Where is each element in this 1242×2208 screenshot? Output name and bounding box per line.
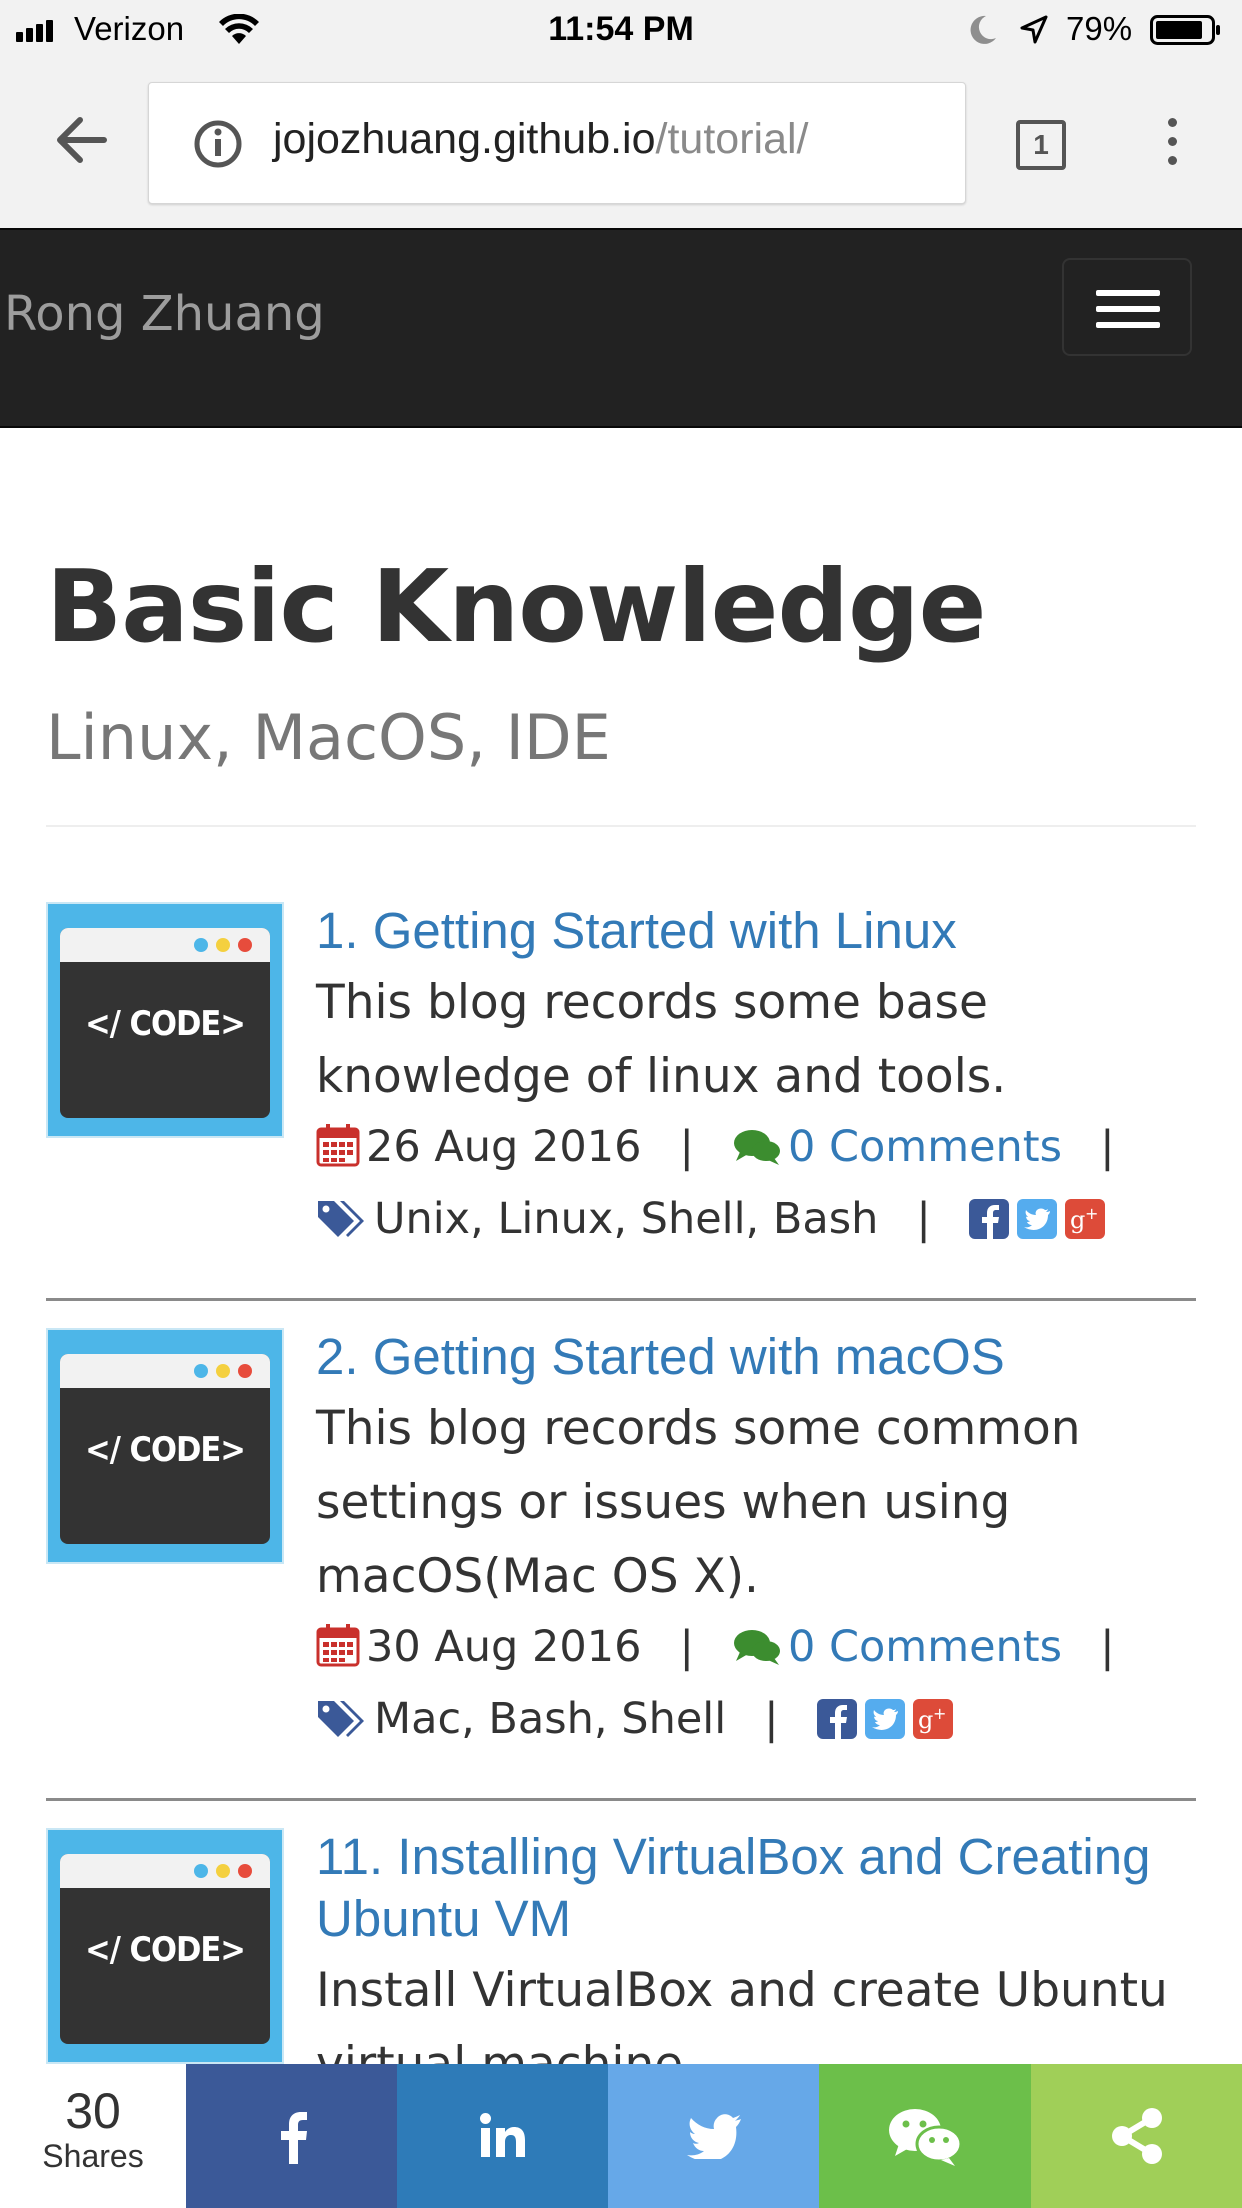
- url-host: jojozhuang.github.io: [273, 115, 656, 163]
- code-label: </ CODE>: [85, 1430, 246, 1470]
- facebook-icon: [280, 2112, 307, 2164]
- svg-text:g: g: [1070, 1206, 1085, 1234]
- share-count-label: Shares: [42, 2138, 144, 2174]
- tags-icon: [316, 1692, 368, 1758]
- post-meta: 26 Aug 2016 | 0 Comments | Unix, Linux, Sh…: [316, 1114, 1196, 1258]
- share-count: 30 Shares: [0, 2064, 186, 2208]
- status-bar: Verizon 11:54 PM 79%: [0, 0, 1242, 62]
- share-icon: [1111, 2108, 1162, 2164]
- share-wechat-button[interactable]: [819, 2064, 1031, 2208]
- url-text[interactable]: jojozhuang.github.io/tutorial/: [273, 115, 809, 164]
- post-tags: Unix, Linux, Shell, Bash: [374, 1194, 879, 1244]
- wechat-icon: [889, 2109, 963, 2166]
- page-header: Basic Knowledge Linux, MacOS, IDE: [46, 548, 1196, 827]
- facebook-icon[interactable]: [816, 1699, 857, 1739]
- location-arrow-icon: [1018, 14, 1050, 51]
- comments-icon: [732, 1120, 782, 1186]
- post-date: 30 Aug 2016: [366, 1622, 642, 1672]
- share-facebook-button[interactable]: [186, 2064, 397, 2208]
- overflow-menu-icon[interactable]: [1168, 118, 1177, 175]
- moon-icon: [968, 14, 998, 51]
- post-title-link[interactable]: 2. Getting Started with macOS: [316, 1326, 1196, 1388]
- info-icon[interactable]: [193, 119, 243, 173]
- linkedin-icon: [479, 2113, 525, 2157]
- battery-percent: 79%: [1066, 10, 1133, 47]
- comments-icon: [732, 1620, 782, 1686]
- meta-separator: |: [1100, 1622, 1115, 1672]
- google-plus-icon[interactable]: g +: [1064, 1199, 1105, 1239]
- post-thumbnail[interactable]: </ CODE>: [46, 1828, 284, 2064]
- page-title: Basic Knowledge Linux, MacOS, IDE: [46, 548, 1196, 797]
- hamburger-menu-icon[interactable]: [1062, 258, 1192, 356]
- meta-separator: |: [764, 1694, 779, 1744]
- post-title-link[interactable]: 11. Installing VirtualBox and Creating U…: [316, 1826, 1196, 1950]
- share-linkedin-button[interactable]: [397, 2064, 608, 2208]
- code-label: </ CODE>: [85, 1930, 246, 1970]
- post-meta: 30 Aug 2016 | 0 Comments | Mac, Bash, Shel…: [316, 1614, 1196, 1758]
- page-title-text: Basic Knowledge: [46, 548, 986, 665]
- browser-toolbar: jojozhuang.github.io/tutorial/ 1: [0, 62, 1242, 229]
- comments-link[interactable]: 0 Comments: [788, 1622, 1062, 1672]
- meta-separator: |: [679, 1622, 694, 1672]
- page-subtitle: Linux, MacOS, IDE: [46, 701, 611, 774]
- twitter-icon[interactable]: [1016, 1199, 1057, 1239]
- svg-text:g: g: [918, 1706, 933, 1734]
- address-bar[interactable]: jojozhuang.github.io/tutorial/: [148, 82, 966, 204]
- meta-separator: |: [916, 1194, 931, 1244]
- google-plus-icon[interactable]: g +: [912, 1699, 953, 1739]
- post-divider: [46, 1798, 1196, 1801]
- share-more-button[interactable]: [1031, 2064, 1242, 2208]
- code-label: </ CODE>: [85, 1004, 246, 1044]
- comments-link[interactable]: 0 Comments: [788, 1122, 1062, 1172]
- twitter-icon: [686, 2114, 741, 2159]
- site-navbar: Rong Zhuang: [0, 228, 1242, 428]
- url-path: /tutorial/: [655, 115, 809, 163]
- calendar-icon: [316, 1620, 360, 1686]
- post-divider: [46, 1298, 1196, 1301]
- tags-icon: [316, 1192, 368, 1258]
- meta-separator: |: [1100, 1122, 1115, 1172]
- meta-separator: |: [679, 1122, 694, 1172]
- tabs-icon[interactable]: 1: [1016, 120, 1066, 170]
- twitter-icon[interactable]: [864, 1699, 905, 1739]
- post-thumbnail[interactable]: </ CODE>: [46, 902, 284, 1138]
- post-excerpt: This blog records some base knowledge of…: [316, 975, 1007, 1104]
- post-date: 26 Aug 2016: [366, 1122, 642, 1172]
- facebook-icon[interactable]: [968, 1199, 1009, 1239]
- share-bar: 30 Shares: [0, 2064, 1242, 2208]
- clock: 11:54 PM: [548, 10, 694, 48]
- post-title-link[interactable]: 1. Getting Started with Linux: [316, 900, 1196, 962]
- post-thumbnail[interactable]: </ CODE>: [46, 1328, 284, 1564]
- back-arrow-icon[interactable]: [54, 114, 110, 170]
- svg-text:+: +: [933, 1704, 946, 1723]
- battery-icon: [1150, 14, 1222, 46]
- tab-count: 1: [1033, 129, 1049, 160]
- post-excerpt: This blog records some common settings o…: [316, 1401, 1081, 1604]
- calendar-icon: [316, 1120, 360, 1186]
- site-brand[interactable]: Rong Zhuang: [4, 286, 325, 342]
- svg-text:+: +: [1085, 1204, 1098, 1223]
- post-tags: Mac, Bash, Shell: [374, 1694, 727, 1744]
- share-twitter-button[interactable]: [608, 2064, 819, 2208]
- share-count-number: 30: [65, 2083, 121, 2139]
